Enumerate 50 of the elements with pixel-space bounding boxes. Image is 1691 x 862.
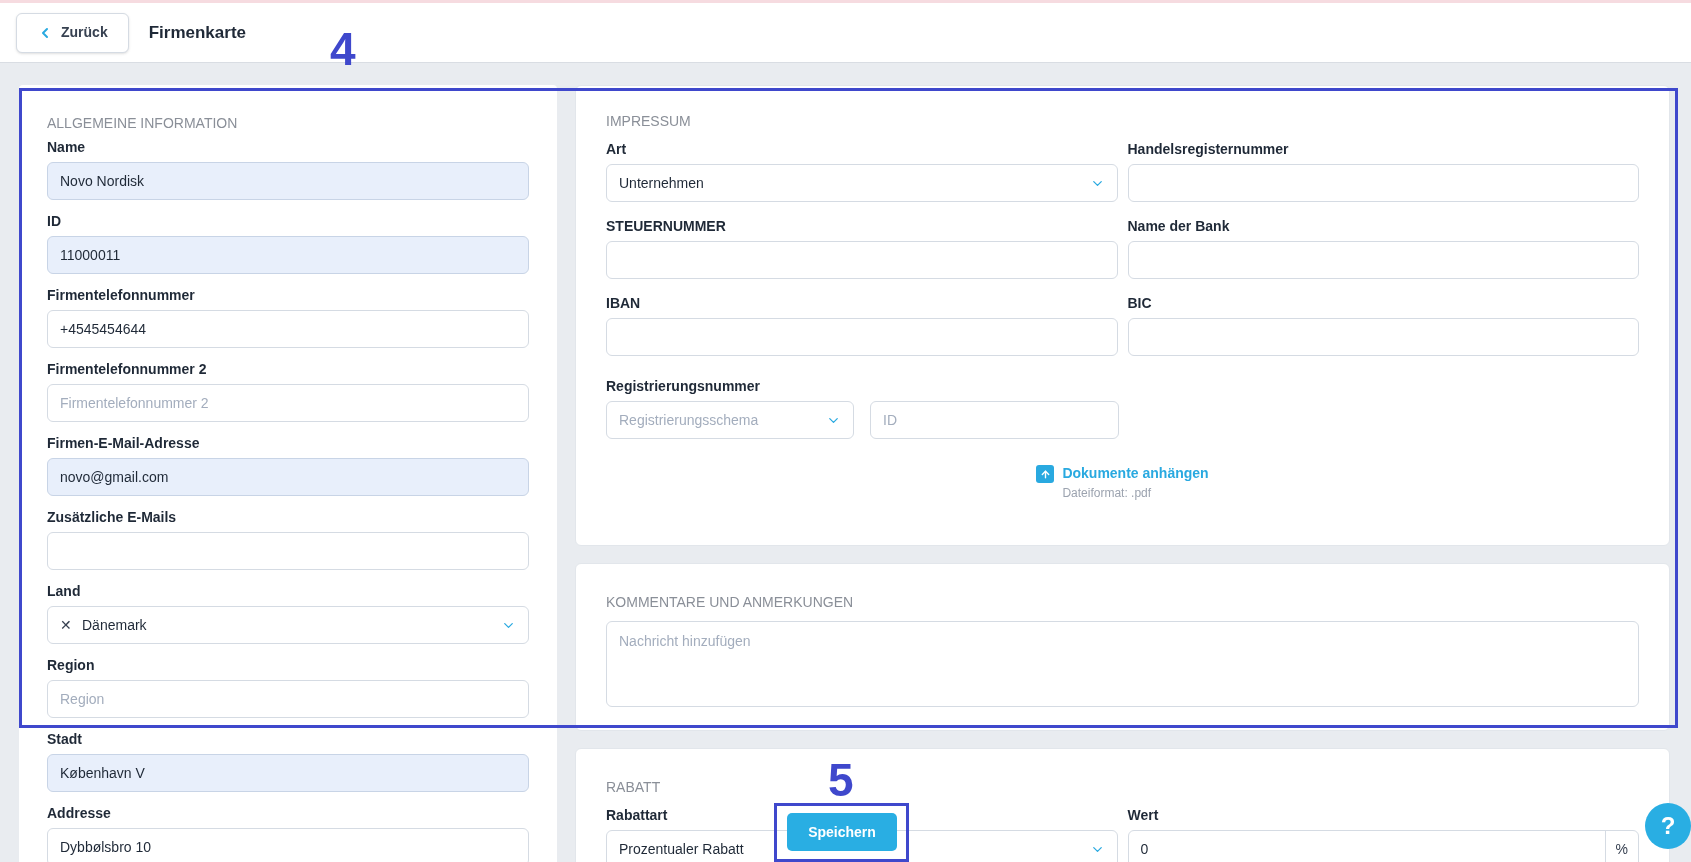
field-label: ID <box>47 212 61 231</box>
section-heading: IMPRESSUM <box>606 112 691 131</box>
field-label: Firmen-E-Mail-Adresse <box>47 434 200 453</box>
input-field[interactable]: 11000011 <box>47 236 529 274</box>
field-label: Zusätzliche E-Mails <box>47 508 177 527</box>
input-field[interactable] <box>606 241 1118 279</box>
input-field[interactable]: novo@gmail.com <box>47 458 529 496</box>
section-heading: RABATT <box>606 778 661 797</box>
input-field[interactable]: Dybbølsbro 10 <box>47 828 529 862</box>
field-label: Name der Bank <box>1127 217 1230 236</box>
field-label: Region <box>47 656 95 675</box>
field-label: Registrierungsnummer <box>606 377 761 396</box>
file-format-hint: Dateiformat: .pdf <box>1062 485 1153 502</box>
field-label: Wert <box>1127 806 1159 825</box>
section-heading: ALLGEMEINE INFORMATION <box>47 114 238 133</box>
comment-field[interactable]: Nachricht hinzufügen <box>606 621 1639 707</box>
field-label: Firmentelefonnummer <box>47 286 195 305</box>
section-heading: KOMMENTARE UND ANMERKUNGEN <box>606 593 854 612</box>
input-field[interactable]: ID <box>870 401 1119 439</box>
back-button[interactable]: Zurück <box>16 12 129 53</box>
field-label: Rabattart <box>606 806 668 825</box>
field-label: Stadt <box>47 730 82 749</box>
field-label: Handelsregisternummer <box>1127 140 1289 159</box>
input-field[interactable]: Firmentelefonnummer 2 <box>47 384 529 422</box>
upload-icon <box>1036 465 1055 483</box>
field-label: BIC <box>1127 294 1152 313</box>
field-label: STEUERNUMMER <box>606 217 726 236</box>
field-label: IBAN <box>606 294 641 313</box>
page-title: Firmenkarte <box>148 21 246 44</box>
input-field[interactable]: +4545454644 <box>47 310 529 348</box>
percent-suffix: % <box>1604 831 1638 862</box>
input-field[interactable]: Novo Nordisk <box>47 162 529 200</box>
annotation-number: 5 <box>828 757 854 803</box>
annotation-number: 4 <box>330 26 356 72</box>
field-label: Name <box>47 138 86 157</box>
clear-icon[interactable]: ✕ <box>60 614 72 636</box>
field-label: Addresse <box>47 804 111 823</box>
field-label: Firmentelefonnummer 2 <box>47 360 207 379</box>
input-field[interactable]: København V <box>47 754 529 792</box>
input-field[interactable]: 0 % <box>1127 830 1639 862</box>
input-field[interactable] <box>47 532 529 570</box>
select-field[interactable]: Unternehmen <box>606 164 1118 202</box>
input-field[interactable] <box>1127 241 1639 279</box>
field-label: Art <box>606 140 627 159</box>
input-field[interactable] <box>606 318 1118 356</box>
input-field[interactable] <box>1127 164 1639 202</box>
select-field[interactable]: ✕ Dänemark <box>47 606 529 644</box>
input-field[interactable] <box>1127 318 1639 356</box>
input-field[interactable]: Region <box>47 680 529 718</box>
field-label: Land <box>47 582 81 601</box>
